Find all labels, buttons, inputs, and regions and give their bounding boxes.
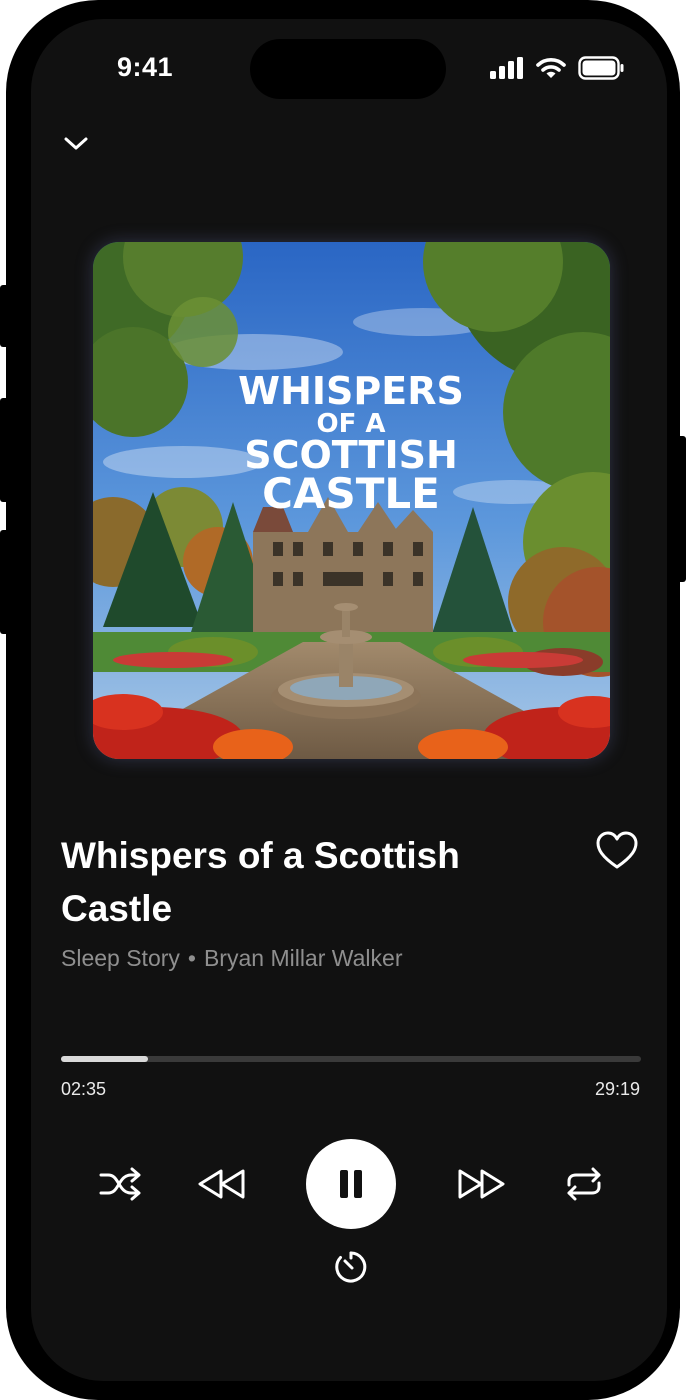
heart-outline-icon <box>596 831 638 869</box>
track-category: Sleep Story <box>61 945 180 971</box>
elapsed-time: 02:35 <box>61 1079 107 1099</box>
shuffle-button[interactable] <box>95 1164 145 1204</box>
total-time: 29:19 <box>594 1079 640 1099</box>
chevron-down-icon <box>64 137 88 150</box>
pause-button[interactable] <box>306 1139 396 1229</box>
progress-bar[interactable] <box>61 1056 641 1062</box>
fast-forward-button[interactable] <box>455 1164 507 1204</box>
rewind-button[interactable] <box>196 1164 248 1204</box>
favorite-button[interactable] <box>596 831 638 871</box>
wifi-icon <box>536 58 566 78</box>
pause-icon <box>340 1170 362 1198</box>
rewind-icon <box>198 1169 245 1199</box>
repeat-button[interactable] <box>561 1164 607 1204</box>
repeat-icon <box>567 1167 601 1201</box>
shuffle-icon <box>99 1167 141 1201</box>
track-title: Whispers of a Scottish Castle <box>61 835 460 929</box>
player-screen: 9:41 WHISPERS OF A SCOTTISH CASTLE Whisp… <box>31 19 667 1381</box>
track-subtitle: Sleep Story • Bryan Millar Walker <box>61 945 402 972</box>
signal-icon <box>490 57 523 79</box>
progress-fill <box>61 1056 148 1062</box>
album-artwork: WHISPERS OF A SCOTTISH CASTLE <box>93 242 610 759</box>
fast-forward-icon <box>458 1169 505 1199</box>
sleep-timer-button[interactable] <box>333 1249 369 1285</box>
timer-icon <box>335 1251 367 1283</box>
artwork-title-line-1: WHISPERS <box>238 369 464 413</box>
subtitle-separator: • <box>187 945 196 971</box>
status-time: 9:41 <box>117 52 174 82</box>
battery-icon <box>578 56 624 80</box>
dynamic-island <box>250 39 446 99</box>
artwork-title-line-4: CASTLE <box>262 469 440 518</box>
status-icons <box>490 56 624 80</box>
collapse-player-button[interactable] <box>59 127 93 161</box>
phone-frame: 9:41 WHISPERS OF A SCOTTISH CASTLE Whisp… <box>6 0 680 1400</box>
track-narrator[interactable]: Bryan Millar Walker <box>204 945 403 971</box>
